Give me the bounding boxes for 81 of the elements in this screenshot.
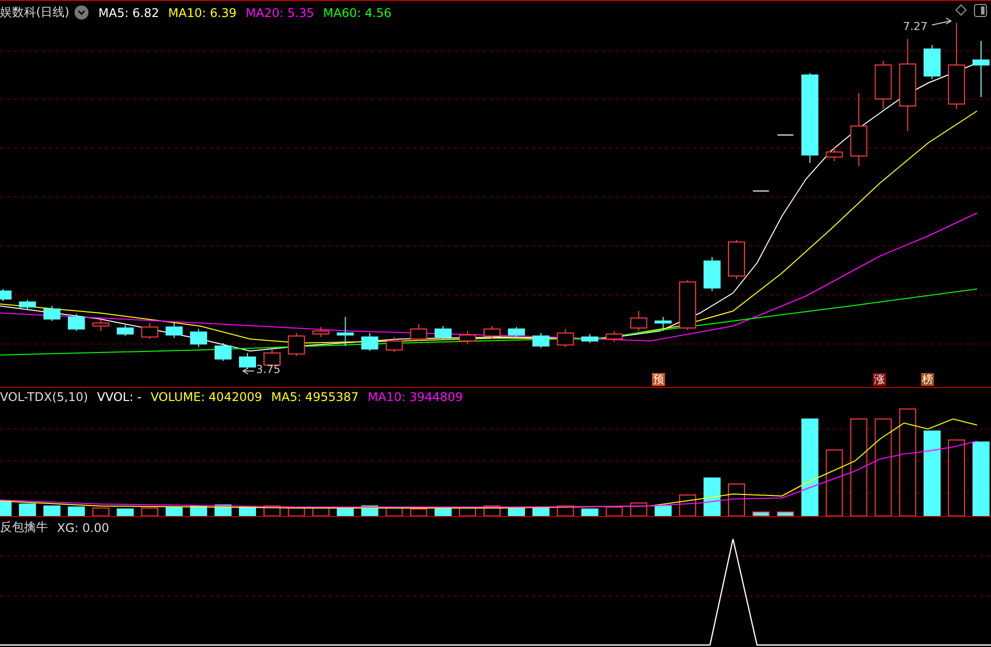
volume-bar xyxy=(752,512,770,516)
signal-badge: 涨 xyxy=(873,373,886,386)
candlestick xyxy=(924,44,941,80)
indicator-value: MA10: 3944809 xyxy=(368,390,463,404)
volume-bar xyxy=(654,506,672,516)
candlestick xyxy=(288,332,305,356)
candlestick xyxy=(752,190,770,192)
candlestick xyxy=(18,300,36,310)
volume-bar xyxy=(0,500,12,516)
candlestick xyxy=(190,328,208,348)
candlestick xyxy=(410,324,428,342)
candlestick xyxy=(654,316,672,332)
high-price-label: 7.27 xyxy=(903,20,928,33)
low-price-label: 3.75 xyxy=(256,363,280,376)
indicator-value: VOLUME: 4042009 xyxy=(150,390,262,404)
candlestick xyxy=(728,240,745,280)
dropdown-icon[interactable] xyxy=(74,5,90,20)
candlestick xyxy=(386,336,403,352)
candlestick xyxy=(214,342,232,362)
candlestick xyxy=(704,256,721,292)
volume-bar xyxy=(68,506,85,516)
candlestick xyxy=(459,330,476,344)
candlestick xyxy=(606,330,623,342)
panel-toggle-icon[interactable] xyxy=(974,4,987,17)
volume-bar xyxy=(776,512,794,516)
indicator-value: MA5: 4955387 xyxy=(271,390,359,404)
arrow-icon xyxy=(932,18,952,26)
diamond-icon[interactable] xyxy=(955,4,967,16)
candlestick xyxy=(972,40,990,98)
volume-bar xyxy=(43,506,60,516)
candlestick xyxy=(141,322,158,340)
volume-bar xyxy=(679,494,696,516)
candlestick xyxy=(166,322,183,338)
volume-bar xyxy=(704,478,721,516)
candlestick xyxy=(434,326,452,340)
volume-bar xyxy=(410,508,428,516)
candlestick xyxy=(336,316,354,346)
candlestick xyxy=(826,146,843,162)
stock-title: 娱数科(日线) xyxy=(0,4,70,21)
candlestick xyxy=(508,326,525,338)
candlestick xyxy=(361,332,378,352)
volume-bar xyxy=(190,506,208,516)
volume-bar xyxy=(18,504,36,516)
candlestick xyxy=(239,352,256,370)
volume-bar xyxy=(141,508,158,516)
candlestick xyxy=(581,334,598,344)
candlestick xyxy=(532,332,550,348)
candlestick xyxy=(630,310,648,332)
volume-bar xyxy=(826,450,843,516)
indicator-value: MA60: 4.56 xyxy=(323,6,392,20)
candlestick xyxy=(679,280,696,330)
candlestick xyxy=(874,60,892,110)
indicator-value: VOL-TDX(5,10) xyxy=(0,390,88,404)
candlestick xyxy=(484,326,500,340)
indicator-value: XG: 0.00 xyxy=(57,520,110,534)
candlestick xyxy=(92,318,110,332)
volume-bar xyxy=(166,506,183,516)
volume-bar xyxy=(630,502,648,516)
indicator-value: 反包擒牛 xyxy=(0,519,48,536)
volume-bar xyxy=(92,508,110,516)
candlestick xyxy=(556,328,574,348)
volume-bar xyxy=(606,506,623,516)
signal-badge: 榜 xyxy=(921,373,934,386)
volume-bar xyxy=(508,508,525,516)
indicator-value: MA5: 6.82 xyxy=(98,6,160,20)
volume-bar xyxy=(728,484,745,516)
arrow-icon xyxy=(242,368,254,374)
volume-bar xyxy=(239,506,256,516)
candlestick xyxy=(43,306,60,322)
candlestick xyxy=(116,324,134,336)
volume-bar xyxy=(532,506,550,516)
candlestick xyxy=(0,288,12,302)
indicator-value: VVOL: - xyxy=(97,390,142,404)
signal-badge: 预 xyxy=(652,373,665,386)
volume-bar xyxy=(116,508,134,516)
candlestick xyxy=(776,134,794,136)
indicator-value: MA10: 6.39 xyxy=(168,6,237,20)
volume-bar xyxy=(581,508,598,516)
indicator-value: MA20: 5.35 xyxy=(246,6,314,20)
candlestick xyxy=(312,326,330,338)
candlestick xyxy=(68,314,85,332)
